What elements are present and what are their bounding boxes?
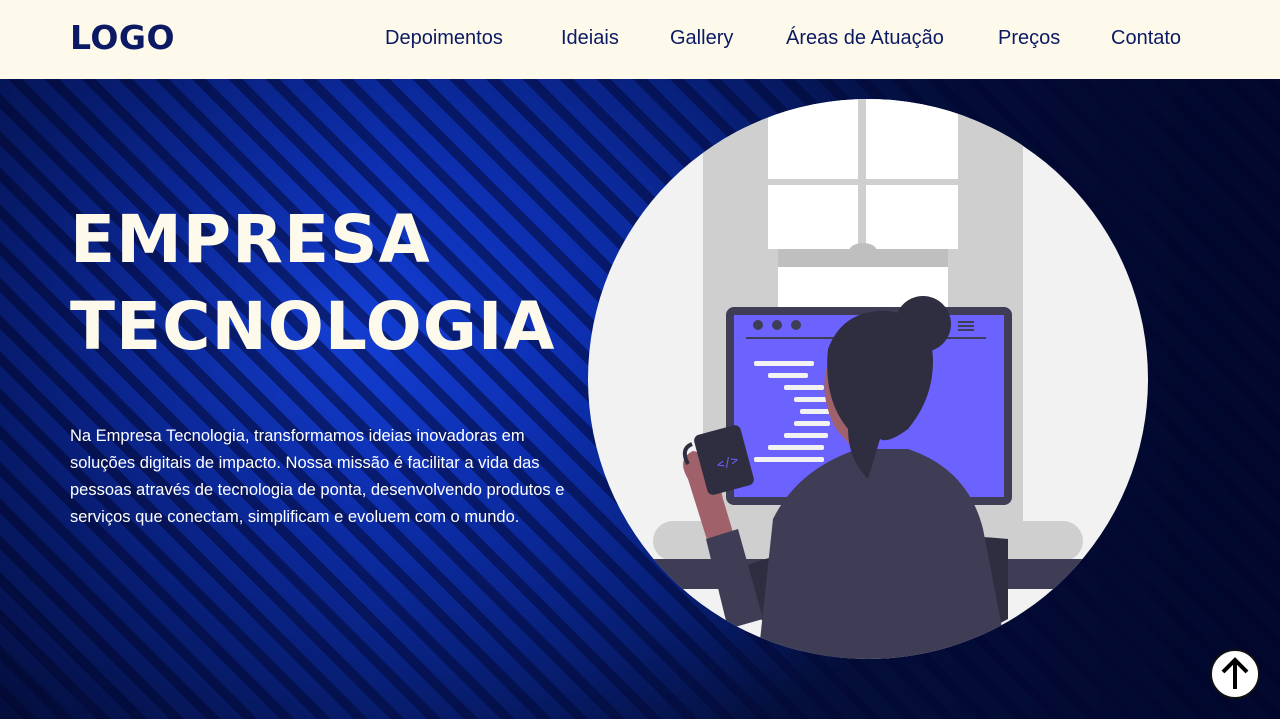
nav-link-gallery[interactable]: Gallery bbox=[670, 27, 733, 50]
scroll-to-top-button[interactable] bbox=[1210, 649, 1260, 699]
hero-title-line-2: TECNOLOGIA bbox=[70, 288, 556, 365]
arrow-up-icon bbox=[1221, 657, 1249, 689]
nav-link-ideiais[interactable]: Ideiais bbox=[561, 27, 619, 50]
developer-illustration: </> bbox=[588, 99, 1148, 659]
nav-link-depoimentos[interactable]: Depoimentos bbox=[385, 27, 503, 50]
hero-description: Na Empresa Tecnologia, transformamos ide… bbox=[70, 427, 565, 526]
nav-link-contato[interactable]: Contato bbox=[1111, 27, 1181, 50]
nav-link-precos[interactable]: Preços bbox=[998, 27, 1060, 50]
main-nav: Depoimentos Ideiais Gallery Áreas de Atu… bbox=[0, 27, 1280, 53]
nav-link-areas-de-atuacao[interactable]: Áreas de Atuação bbox=[786, 27, 944, 50]
hero-title-line-1: EMPRESA bbox=[70, 201, 431, 278]
developer-at-computer-illustration: </> bbox=[648, 99, 1088, 659]
top-navigation-bar: LOGO Depoimentos Ideiais Gallery Áreas d… bbox=[0, 0, 1280, 79]
hero-section: EMPRESA TECNOLOGIA Na Empresa Tecnologia… bbox=[0, 79, 1280, 719]
hero-title: EMPRESA TECNOLOGIA bbox=[70, 196, 590, 370]
